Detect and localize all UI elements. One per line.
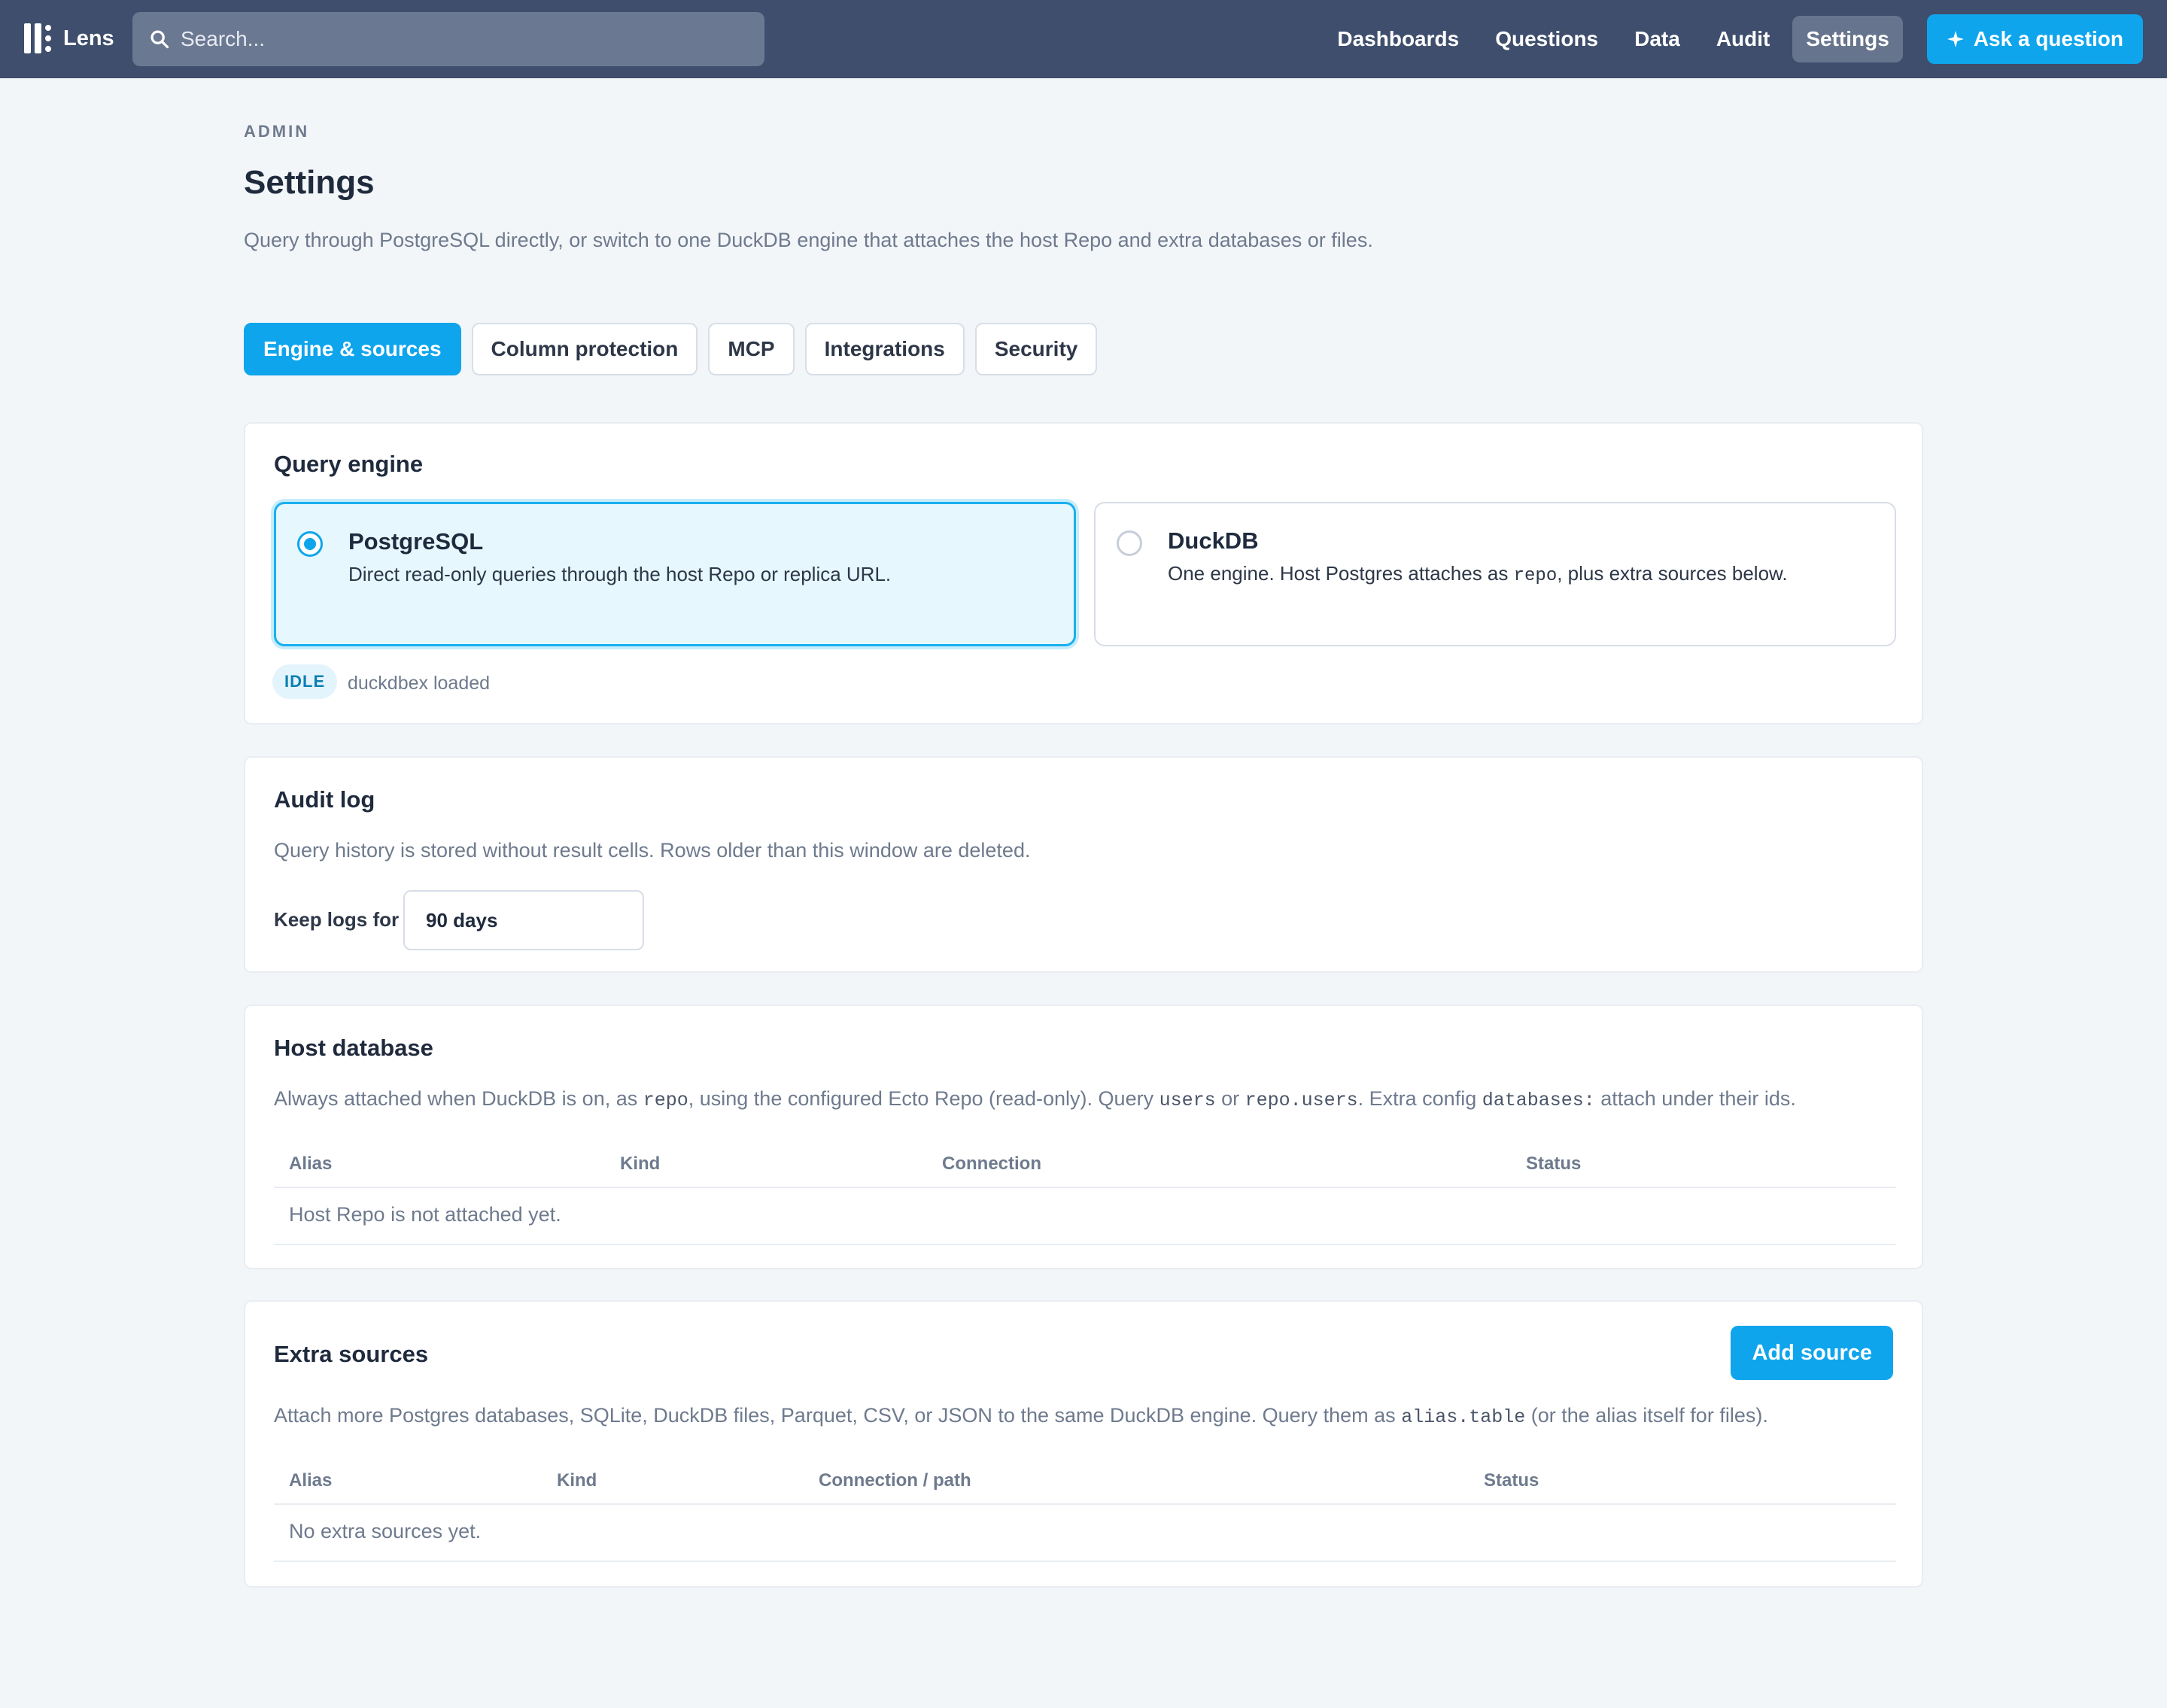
query-engine-card: Query engine PostgreSQL Direct read-only… (244, 422, 1923, 725)
sparkle-icon (1947, 31, 1964, 47)
search-icon (150, 30, 169, 49)
postgresql-radio[interactable] (297, 531, 323, 557)
extra-sources-table: Alias Kind Connection / path Status No e… (274, 1457, 1896, 1562)
tab-column-protection[interactable]: Column protection (471, 323, 698, 375)
tab-engine-sources[interactable]: Engine & sources (244, 323, 461, 375)
engine-option-postgresql[interactable]: PostgreSQL Direct read-only queries thro… (274, 502, 1076, 646)
add-source-button[interactable]: Add source (1731, 1326, 1893, 1380)
lens-logo-icon (24, 21, 51, 56)
column-alias: Alias (289, 1470, 333, 1491)
column-status: Status (1484, 1470, 1539, 1491)
page-subtitle: Query through PostgreSQL directly, or sw… (244, 229, 1373, 251)
extra-sources-card: Extra sources Add source Attach more Pos… (244, 1300, 1923, 1588)
extra-sources-desc: Attach more Postgres databases, SQLite, … (274, 1404, 1768, 1428)
host-database-desc: Always attached when DuckDB is on, as re… (274, 1087, 1796, 1111)
app-name: Lens (63, 26, 114, 50)
app-logo[interactable]: Lens (24, 21, 114, 56)
nav-questions[interactable]: Questions (1482, 16, 1612, 62)
column-alias: Alias (289, 1153, 333, 1174)
table-row: No extra sources yet. (274, 1505, 1896, 1562)
audit-log-desc: Query history is stored without result c… (274, 839, 1031, 862)
tab-security[interactable]: Security (974, 323, 1098, 375)
column-kind: Kind (620, 1153, 661, 1174)
page-eyebrow: ADMIN (244, 122, 310, 141)
column-connection: Connection (942, 1153, 1041, 1174)
column-kind: Kind (557, 1470, 597, 1491)
table-header: Alias Kind Connection / path Status (274, 1457, 1896, 1505)
audit-log-card: Audit log Query history is stored withou… (244, 756, 1923, 973)
search-box[interactable] (132, 12, 764, 66)
engine-option-duckdb[interactable]: DuckDB One engine. Host Postgres attache… (1094, 502, 1896, 646)
keep-logs-label: Keep logs for (274, 908, 400, 931)
tab-integrations[interactable]: Integrations (804, 323, 965, 375)
engine-status-badge: IDLE (272, 664, 338, 699)
extra-sources-title: Extra sources (274, 1341, 429, 1367)
engine-status-text: duckdbex loaded (348, 673, 491, 694)
main-content: ADMIN Settings Query through PostgreSQL … (244, 78, 1923, 375)
postgresql-option-name: PostgreSQL (348, 528, 484, 555)
ask-question-label: Ask a question (1973, 27, 2123, 50)
search-input[interactable] (181, 27, 737, 51)
top-bar: Lens Dashboards Questions Data Audit Set… (0, 0, 2167, 78)
nav-settings[interactable]: Settings (1792, 16, 1903, 62)
duckdb-radio[interactable] (1117, 530, 1142, 556)
table-header: Alias Kind Connection Status (274, 1140, 1896, 1188)
audit-log-title: Audit log (274, 786, 375, 813)
tab-mcp[interactable]: MCP (708, 323, 795, 375)
column-status: Status (1526, 1153, 1582, 1174)
duckdb-option-desc: One engine. Host Postgres attaches as re… (1168, 562, 1788, 586)
main-nav: Dashboards Questions Data Audit Settings… (1324, 0, 2167, 78)
extra-sources-empty: No extra sources yet. (289, 1520, 482, 1542)
keep-logs-select[interactable]: 90 days (403, 890, 644, 950)
host-database-title: Host database (274, 1035, 433, 1061)
host-database-table: Alias Kind Connection Status Host Repo i… (274, 1140, 1896, 1245)
nav-dashboards[interactable]: Dashboards (1324, 16, 1473, 62)
settings-tabs: Engine & sources Column protection MCP I… (244, 323, 1923, 375)
ask-question-button[interactable]: Ask a question (1926, 14, 2143, 64)
page-title: Settings (244, 164, 375, 201)
column-connection-path: Connection / path (819, 1470, 971, 1491)
host-database-card: Host database Always attached when DuckD… (244, 1004, 1923, 1269)
table-row: Host Repo is not attached yet. (274, 1188, 1896, 1245)
nav-audit[interactable]: Audit (1703, 16, 1784, 62)
host-database-empty: Host Repo is not attached yet. (289, 1203, 561, 1226)
query-engine-title: Query engine (274, 451, 424, 477)
duckdb-option-name: DuckDB (1168, 527, 1259, 554)
postgresql-option-desc: Direct read-only queries through the hos… (348, 563, 892, 585)
nav-data[interactable]: Data (1621, 16, 1694, 62)
